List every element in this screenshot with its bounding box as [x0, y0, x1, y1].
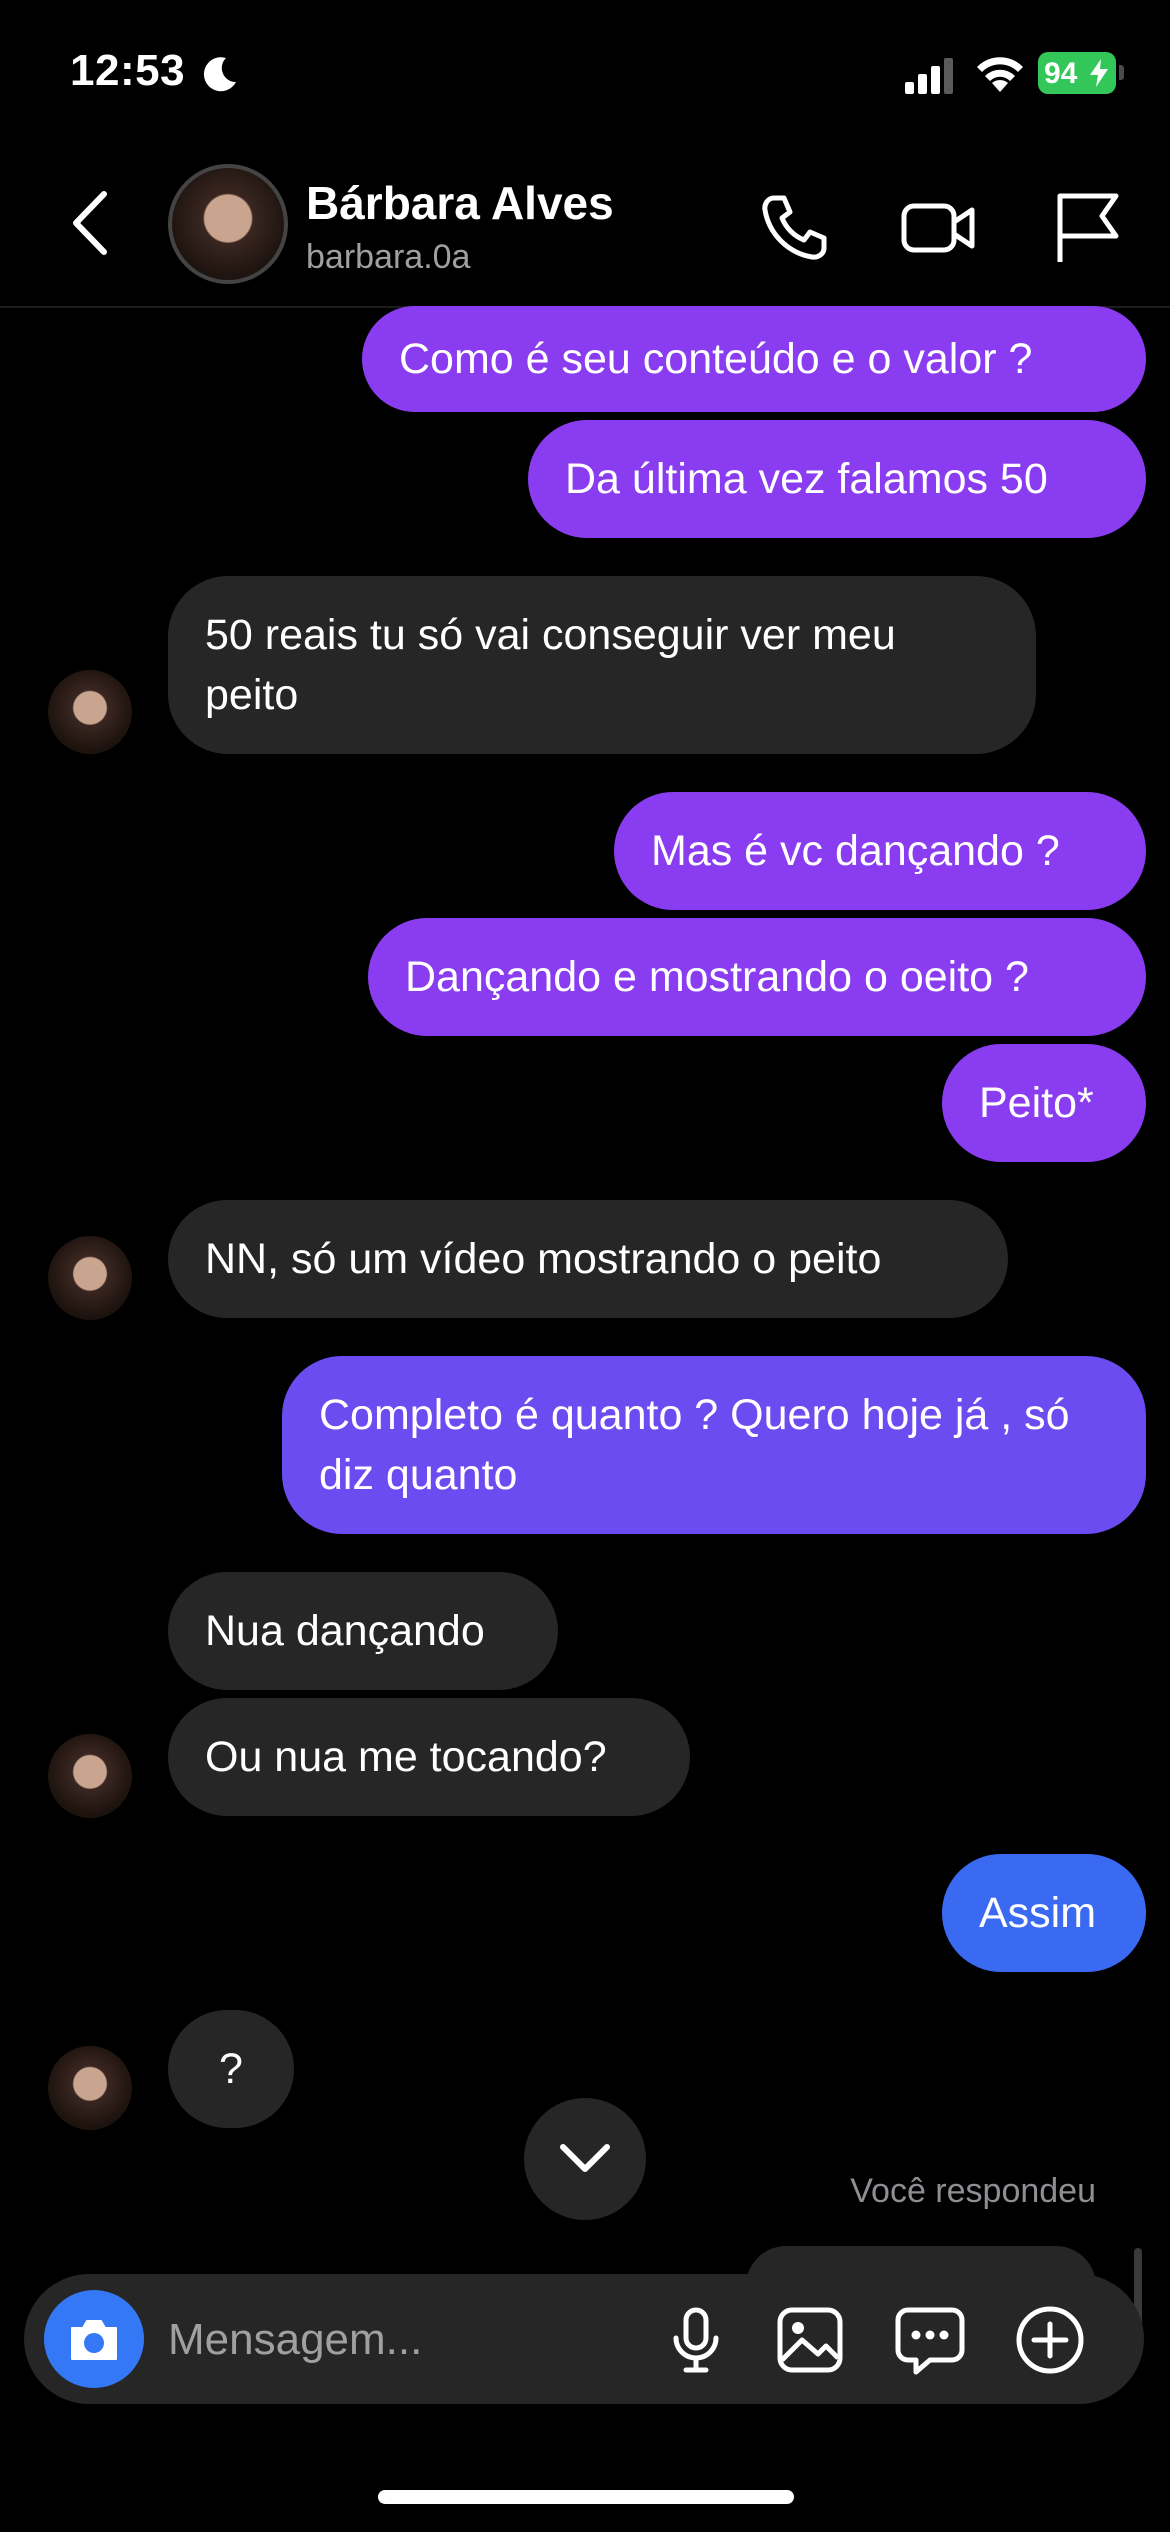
- message-bubble-incoming[interactable]: Ou nua me tocando?: [168, 1698, 690, 1816]
- wifi-icon: [977, 57, 1023, 92]
- battery-indicator: 94: [1038, 52, 1124, 94]
- message-composer: [24, 2274, 1144, 2404]
- sender-avatar[interactable]: [48, 1236, 132, 1320]
- message-bubble-incoming[interactable]: NN, só um vídeo mostrando o peito: [168, 1200, 1008, 1318]
- flag-icon[interactable]: [1050, 190, 1126, 266]
- message-bubble-outgoing[interactable]: Dançando e mostrando o oeito ?: [368, 918, 1146, 1036]
- message-bubble-incoming[interactable]: Nua dançando: [168, 1572, 558, 1690]
- battery-level: 94: [1044, 57, 1078, 90]
- contact-avatar[interactable]: [168, 164, 288, 284]
- contact-username[interactable]: barbara.0a: [306, 238, 470, 277]
- camera-icon: [71, 2320, 117, 2360]
- microphone-icon[interactable]: [660, 2304, 732, 2376]
- gallery-icon[interactable]: [774, 2304, 846, 2376]
- status-time: 12:53: [70, 46, 186, 95]
- status-bar: 12:53 94: [0, 0, 1170, 150]
- add-plus-icon[interactable]: [1014, 2304, 1086, 2376]
- signal-icon: [905, 58, 953, 94]
- chevron-down-icon: [560, 2144, 610, 2172]
- home-indicator[interactable]: [378, 2490, 794, 2504]
- contact-name[interactable]: Bárbara Alves: [306, 176, 614, 230]
- sticker-chat-icon[interactable]: [894, 2304, 966, 2376]
- message-bubble-outgoing[interactable]: Completo é quanto ? Quero hoje já , só d…: [282, 1356, 1146, 1534]
- message-input[interactable]: [168, 2312, 648, 2368]
- sender-avatar[interactable]: [48, 670, 132, 754]
- message-bubble-outgoing[interactable]: Da última vez falamos 50: [528, 420, 1146, 538]
- scroll-to-bottom-button[interactable]: [524, 2098, 646, 2220]
- message-bubble-outgoing[interactable]: Peito*: [942, 1044, 1146, 1162]
- message-bubble-incoming[interactable]: 50 reais tu só vai conseguir ver meu pei…: [168, 576, 1036, 754]
- video-call-icon[interactable]: [900, 190, 976, 266]
- back-arrow-icon[interactable]: [66, 188, 116, 258]
- reply-status-label: Você respondeu: [850, 2172, 1096, 2210]
- moon-icon: [203, 57, 236, 92]
- battery-nub: [1119, 65, 1124, 80]
- sender-avatar[interactable]: [48, 1734, 132, 1818]
- message-bubble-incoming[interactable]: ?: [168, 2010, 294, 2128]
- chat-header: Bárbara Alves barbara.0a: [0, 150, 1170, 308]
- message-bubble-outgoing[interactable]: Assim: [942, 1854, 1146, 1972]
- phone-call-icon[interactable]: [756, 190, 832, 266]
- sender-avatar[interactable]: [48, 2046, 132, 2130]
- charging-bolt-icon: [1090, 59, 1108, 87]
- message-bubble-outgoing[interactable]: Como é seu conteúdo e o valor ?: [362, 306, 1146, 412]
- message-bubble-outgoing[interactable]: Mas é vc dançando ?: [614, 792, 1146, 910]
- camera-button[interactable]: [44, 2290, 144, 2388]
